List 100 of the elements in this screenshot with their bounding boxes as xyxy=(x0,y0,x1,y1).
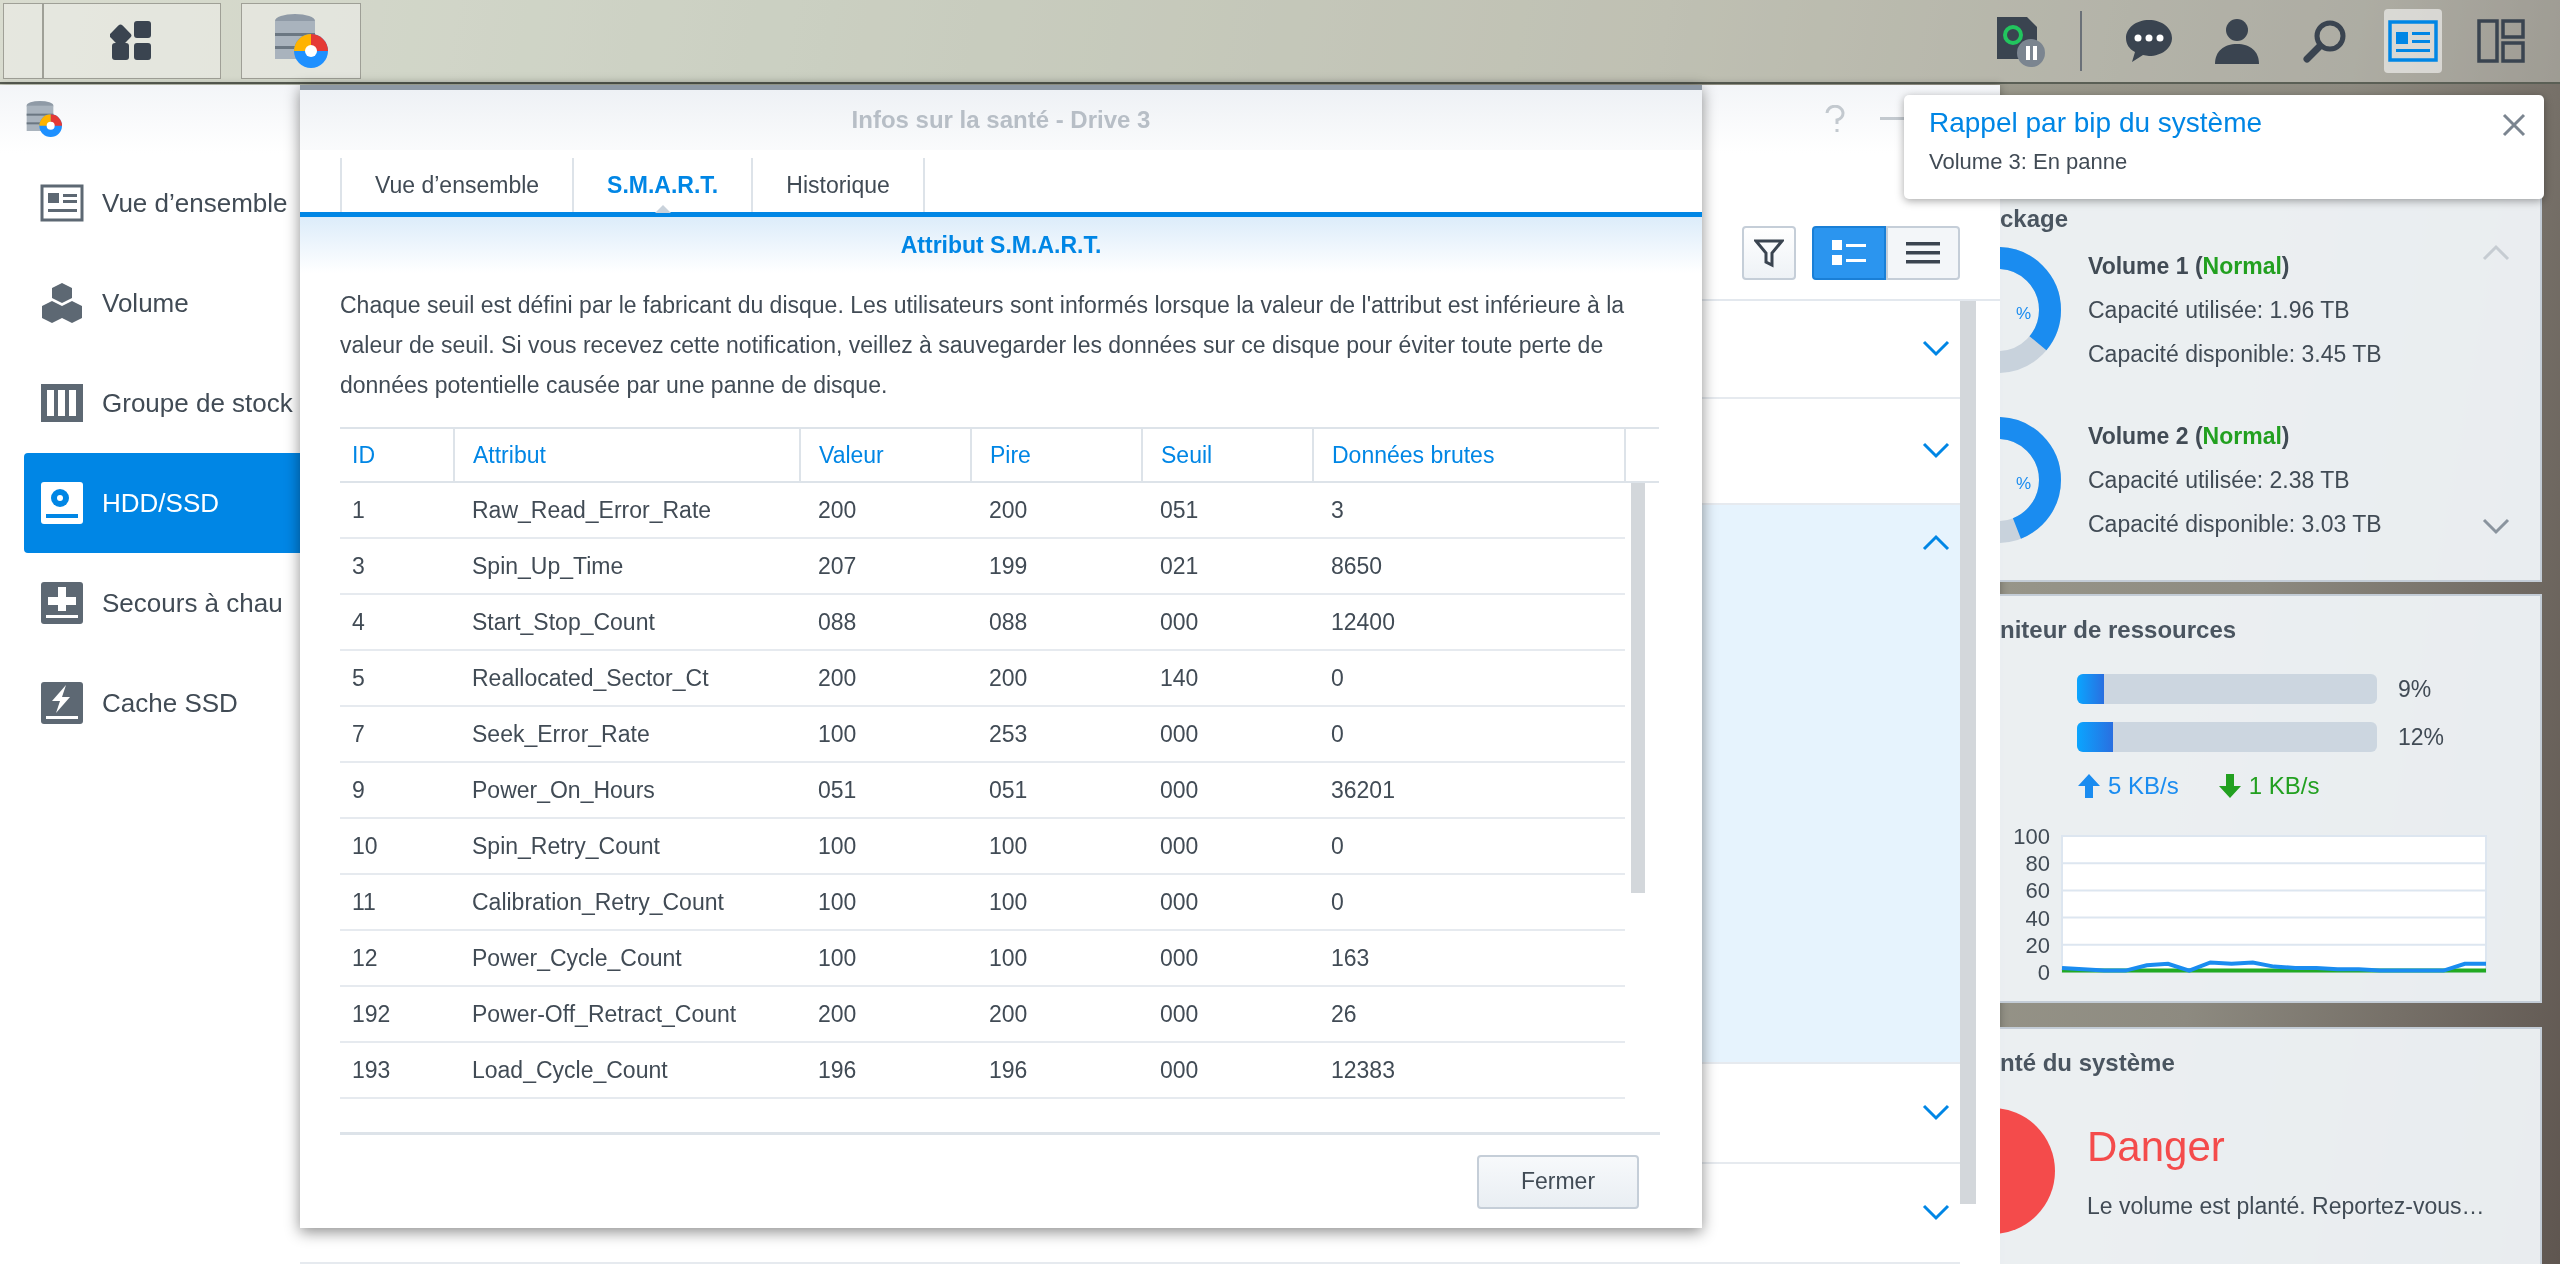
scrollbar-thumb[interactable] xyxy=(1631,483,1645,893)
volume-free-capacity: Capacité disponible: 3.45 TB xyxy=(2088,340,2382,369)
table-cell: Reallocated_Sector_Ct xyxy=(454,650,800,706)
table-cell: 200 xyxy=(800,986,971,1042)
table-cell: 051 xyxy=(800,762,971,818)
close-icon[interactable] xyxy=(2502,113,2526,137)
table-cell: Load_Cycle_Count xyxy=(454,1042,800,1098)
widget-title: niteur de ressources xyxy=(2000,616,2238,644)
filter-icon xyxy=(1754,238,1784,268)
table-cell: Start_Stop_Count xyxy=(454,594,800,650)
table-cell: 0 xyxy=(1313,650,1625,706)
taskbar-handle[interactable] xyxy=(3,3,43,79)
table-cell: 4 xyxy=(340,594,454,650)
taskbar-app-button[interactable] xyxy=(241,3,361,79)
search-icon xyxy=(2302,18,2348,64)
column-header[interactable]: ID xyxy=(340,428,454,482)
detail-view-icon xyxy=(1832,240,1866,266)
network-speed: 5 KB/s xyxy=(2108,772,2179,800)
widget-title: ckage xyxy=(2000,205,2070,233)
table-cell: 021 xyxy=(1142,538,1313,594)
minimize-icon[interactable] xyxy=(1880,117,1906,121)
percent-label: % xyxy=(2016,304,2032,323)
network-speed: 1 KB/s xyxy=(2248,772,2320,800)
dialog-title: Infos sur la santé - Drive 3 xyxy=(851,106,1151,134)
table-cell: 10 xyxy=(340,818,454,874)
volume-free-capacity: Capacité disponible: 3.03 TB xyxy=(2088,510,2382,539)
app-icon xyxy=(24,99,64,139)
sidebar-icon xyxy=(40,481,84,525)
sidebar-label: Vue d’ensemble xyxy=(102,187,288,219)
usage-reading: 9% xyxy=(2398,675,2432,703)
health-message: Le volume est planté. Reportez-vous… xyxy=(2087,1192,2485,1220)
menu-icon xyxy=(1906,242,1940,264)
chevron-up-icon[interactable] xyxy=(1922,533,1950,551)
table-cell: 051 xyxy=(971,762,1142,818)
table-cell: 140 xyxy=(1142,650,1313,706)
volume-title: Volume 2 (Normal) xyxy=(2088,422,2291,451)
table-cell: 000 xyxy=(1142,986,1313,1042)
table-cell: 3 xyxy=(340,538,454,594)
column-header[interactable]: Valeur xyxy=(800,428,971,482)
table-cell: 100 xyxy=(971,930,1142,986)
table-cell: 192 xyxy=(340,986,454,1042)
sidebar-label: Volume xyxy=(102,287,189,319)
table-cell: 163 xyxy=(1313,930,1625,986)
close-button[interactable]: Fermer xyxy=(1477,1154,1639,1209)
table-cell: 196 xyxy=(800,1042,971,1098)
table-cell: 196 xyxy=(971,1042,1142,1098)
axis-tick-label: 0 xyxy=(2037,960,2050,985)
axis-tick-label: 80 xyxy=(2025,851,2050,877)
table-cell: 3 xyxy=(1313,482,1625,538)
axis-tick-label: 60 xyxy=(2025,878,2050,904)
column-header[interactable]: Données brutes xyxy=(1313,428,1625,482)
sidebar-icon xyxy=(40,581,84,625)
table-cell: 000 xyxy=(1142,594,1313,650)
column-header[interactable]: Pire xyxy=(971,428,1142,482)
table-cell: 12 xyxy=(340,930,454,986)
table-cell: Seek_Error_Rate xyxy=(454,706,800,762)
sidebar-label: Groupe de stock xyxy=(102,387,293,419)
table-cell: Spin_Up_Time xyxy=(454,538,800,594)
chevron-down-icon[interactable] xyxy=(1922,1104,1950,1122)
column-header[interactable]: Attribut xyxy=(454,428,800,482)
table-cell: 100 xyxy=(971,818,1142,874)
percent-label: % xyxy=(2016,474,2032,493)
axis-tick-label: 40 xyxy=(2025,905,2050,931)
table-cell: 000 xyxy=(1142,930,1313,986)
view-toggle-button[interactable] xyxy=(1812,226,1886,280)
table-cell: Spin_Retry_Count xyxy=(454,818,800,874)
filter-button[interactable] xyxy=(1742,226,1796,280)
table-cell: 8650 xyxy=(1313,538,1625,594)
table-cell: 36201 xyxy=(1313,762,1625,818)
layout-icon xyxy=(2477,19,2525,63)
table-cell: 100 xyxy=(800,930,971,986)
column-header[interactable]: Seuil xyxy=(1142,428,1313,482)
volume-used-capacity: Capacité utilisée: 2.38 TB xyxy=(2088,466,2351,495)
chevron-down-icon[interactable] xyxy=(1922,442,1950,460)
table-cell: 1 xyxy=(340,482,454,538)
chevron-down-icon[interactable] xyxy=(1922,340,1950,358)
scrollbar[interactable] xyxy=(1960,301,1976,1204)
user-icon xyxy=(2213,16,2261,66)
view-toggle-button[interactable] xyxy=(1886,226,1960,280)
table-cell: 200 xyxy=(971,986,1142,1042)
table-cell: 200 xyxy=(971,650,1142,706)
chevron-down-icon[interactable] xyxy=(1922,1204,1950,1222)
notification-message: Volume 3: En panne xyxy=(1929,149,2129,175)
table-cell: Raw_Read_Error_Rate xyxy=(454,482,800,538)
volume-title: Volume 1 (Normal) xyxy=(2088,252,2291,281)
table-cell: 7 xyxy=(340,706,454,762)
chat-icon xyxy=(2124,18,2174,64)
taskbar-app-button[interactable] xyxy=(43,3,221,79)
table-cell: 12383 xyxy=(1313,1042,1625,1098)
description-text: Chaque seuil est défini par le fabricant du disque. Les utilisateurs sont informés lorsque la valeur de l'attribut est inférieure à la valeur de seuil. Si vous recevez cette notification, veillez à sauvegarder les données sur ce disque pour éviter toute perte de données potentielle causée par une panne de disque. xyxy=(340,291,1626,400)
widget-title: nté du système xyxy=(2000,1049,2176,1077)
sidebar-icon xyxy=(40,681,84,725)
table-cell: 100 xyxy=(971,874,1142,930)
section-title: Attribut S.M.A.R.T. xyxy=(900,231,1102,259)
up-arrow-icon xyxy=(2078,774,2100,798)
table-cell: 193 xyxy=(340,1042,454,1098)
chevron-down-icon[interactable] xyxy=(2482,518,2510,536)
id-card-icon xyxy=(2388,20,2438,62)
table-cell: Power_Cycle_Count xyxy=(454,930,800,986)
table-cell: 0 xyxy=(1313,818,1625,874)
